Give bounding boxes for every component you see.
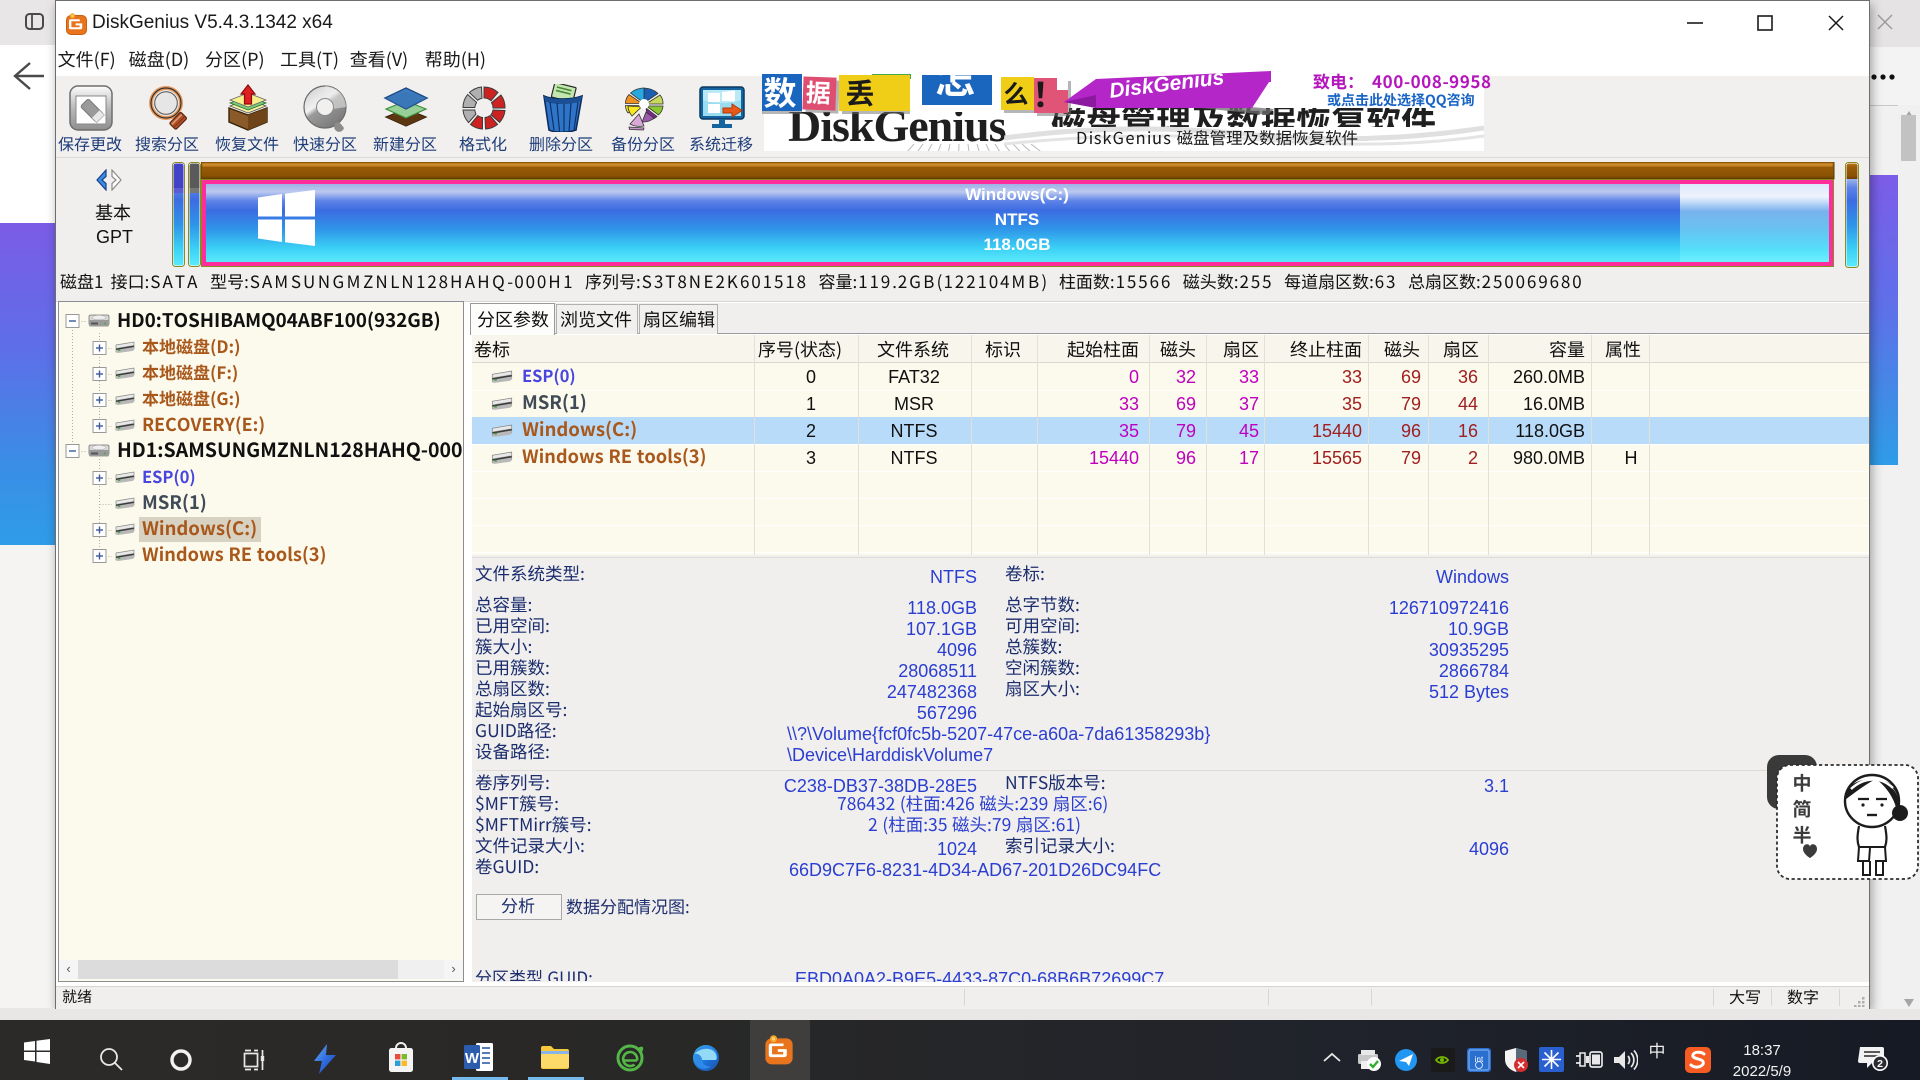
svg-text:W: W (465, 1050, 480, 1067)
svg-text:2: 2 (1877, 1058, 1883, 1070)
